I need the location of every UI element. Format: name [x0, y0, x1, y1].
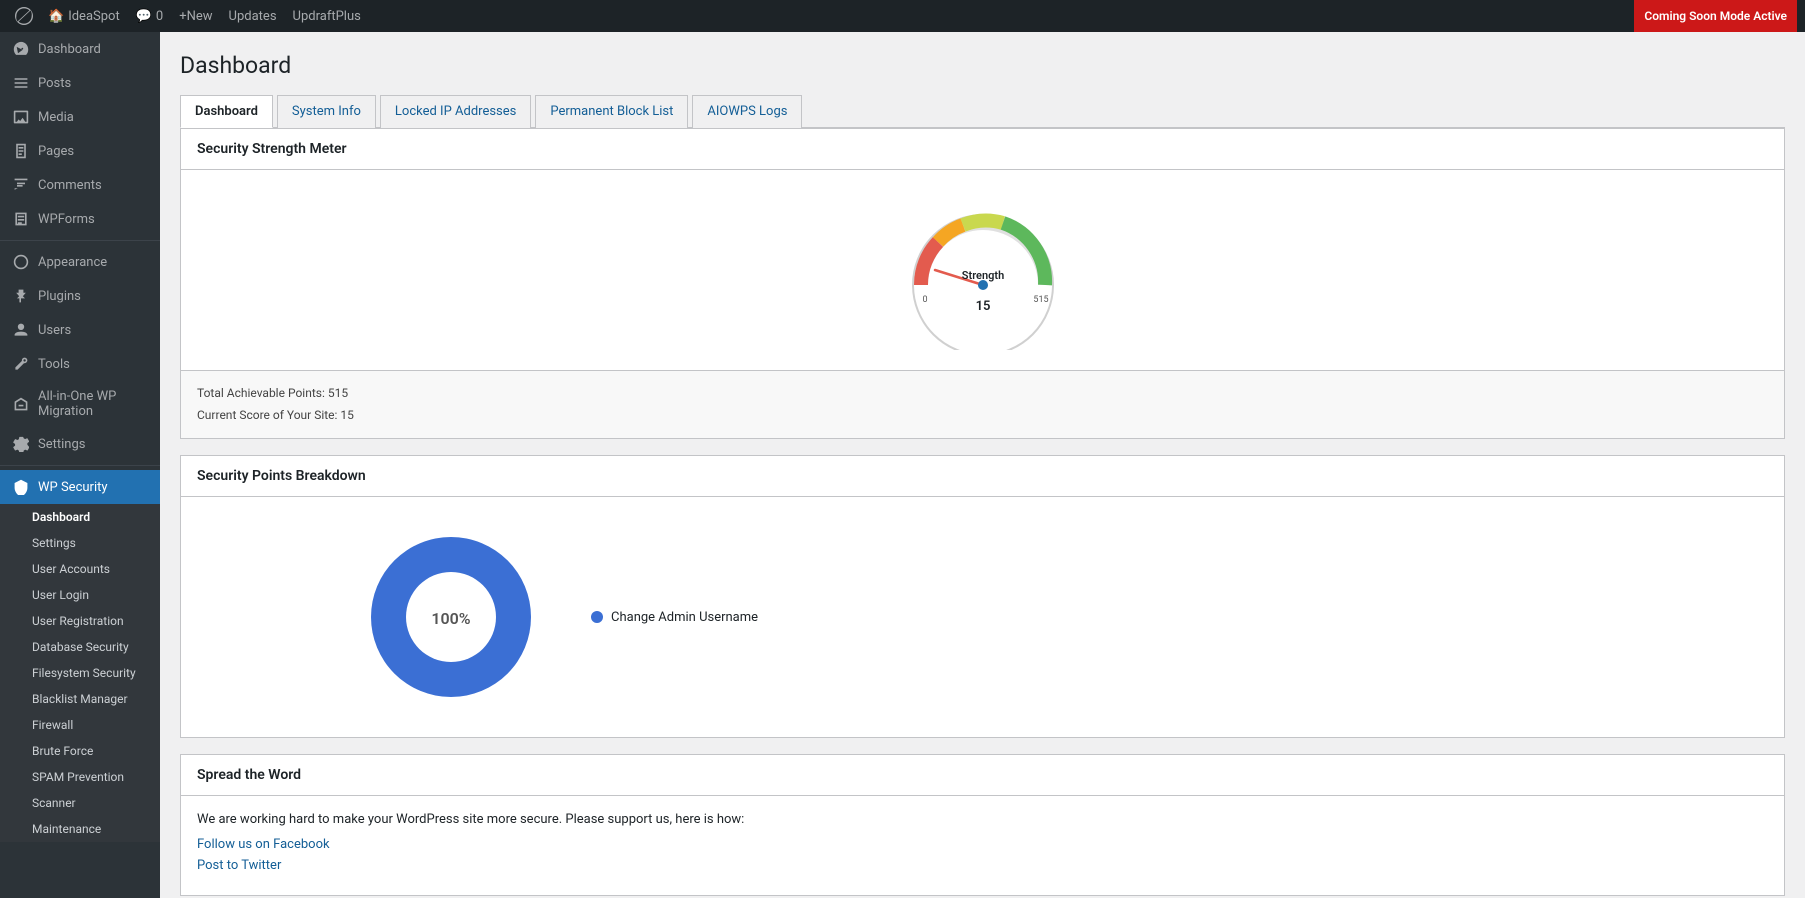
- submenu-item-filesystem-security[interactable]: Filesystem Security: [0, 660, 160, 686]
- strength-meter-header: Security Strength Meter: [181, 129, 1784, 170]
- wpforms-icon: [12, 210, 30, 228]
- wp-logo[interactable]: [8, 0, 40, 32]
- submenu-item-spam-prevention[interactable]: SPAM Prevention: [0, 764, 160, 790]
- plugins-icon: [12, 287, 30, 305]
- donut-chart: 100%: [351, 517, 551, 717]
- adminbar-right: Coming Soon Mode Active: [1634, 0, 1797, 32]
- sidebar-item-posts[interactable]: Posts: [0, 66, 160, 100]
- submenu-item-firewall[interactable]: Firewall: [0, 712, 160, 738]
- twitter-link[interactable]: Post to Twitter: [197, 858, 1768, 873]
- menu-sep-1: [0, 240, 160, 241]
- migration-icon: [12, 395, 30, 413]
- submenu-item-user-login[interactable]: User Login: [0, 582, 160, 608]
- sidebar-label-aio-migration: All-in-One WP Migration: [38, 389, 148, 419]
- dashboard-icon: [12, 40, 30, 58]
- sidebar-item-settings[interactable]: Settings: [0, 427, 160, 461]
- tools-icon: [12, 355, 30, 373]
- sidebar-label-appearance: Appearance: [38, 255, 107, 270]
- sidebar-label-wp-security: WP Security: [38, 480, 108, 495]
- gauge-chart: 0 515 Strength 15: [903, 190, 1063, 350]
- comments-button[interactable]: 💬 0: [128, 0, 172, 32]
- tab-locked-ip[interactable]: Locked IP Addresses: [380, 95, 531, 128]
- tab-bar: Dashboard System Info Locked IP Addresse…: [180, 95, 1785, 128]
- media-icon: [12, 108, 30, 126]
- submenu-item-brute-force[interactable]: Brute Force: [0, 738, 160, 764]
- svg-text:515: 515: [1033, 295, 1048, 305]
- sidebar-label-comments: Comments: [38, 178, 102, 193]
- sidebar-item-media[interactable]: Media: [0, 100, 160, 134]
- pages-icon: [12, 142, 30, 160]
- submenu-item-dashboard[interactable]: Dashboard: [0, 504, 160, 530]
- svg-text:100%: 100%: [431, 609, 470, 628]
- sidebar-label-users: Users: [38, 323, 71, 338]
- sidebar-label-tools: Tools: [38, 357, 70, 372]
- facebook-link[interactable]: Follow us on Facebook: [197, 837, 1768, 852]
- wpbody-content: Dashboard Dashboard System Info Locked I…: [160, 32, 1805, 898]
- updraftplus-button[interactable]: UpdraftPlus: [285, 0, 369, 32]
- sidebar-item-pages[interactable]: Pages: [0, 134, 160, 168]
- spread-header: Spread the Word: [181, 755, 1784, 796]
- site-name[interactable]: 🏠 IdeaSpot: [40, 0, 128, 32]
- tab-system-info[interactable]: System Info: [277, 95, 376, 128]
- sidebar-label-settings: Settings: [38, 437, 85, 452]
- admin-bar: 🏠 IdeaSpot 💬 0 + New Updates UpdraftPlus…: [0, 0, 1805, 32]
- sidebar-label-plugins: Plugins: [38, 289, 81, 304]
- spread-the-word-section: Spread the Word We are working hard to m…: [180, 754, 1785, 896]
- legend-dot-0: [591, 611, 603, 623]
- tab-permanent-block[interactable]: Permanent Block List: [535, 95, 688, 128]
- submenu-item-user-registration[interactable]: User Registration: [0, 608, 160, 634]
- sidebar-label-dashboard: Dashboard: [38, 42, 101, 57]
- users-icon: [12, 321, 30, 339]
- page-title: Dashboard: [180, 52, 1785, 79]
- gauge-info: Total Achievable Points: 515 Current Sco…: [181, 370, 1784, 438]
- submenu-item-database-security[interactable]: Database Security: [0, 634, 160, 660]
- admin-menu: Dashboard Posts Media Pages: [0, 32, 160, 842]
- sidebar-item-wp-security[interactable]: WP Security: [0, 470, 160, 504]
- sidebar-item-dashboard[interactable]: Dashboard: [0, 32, 160, 66]
- submenu-item-maintenance[interactable]: Maintenance: [0, 816, 160, 842]
- strength-meter-section: Security Strength Meter: [180, 128, 1785, 439]
- sidebar: Dashboard Posts Media Pages: [0, 32, 160, 898]
- sidebar-item-users[interactable]: Users: [0, 313, 160, 347]
- coming-soon-badge: Coming Soon Mode Active: [1634, 0, 1797, 32]
- sidebar-label-posts: Posts: [38, 76, 71, 91]
- breakdown-section: Security Points Breakdown 100%: [180, 455, 1785, 738]
- svg-text:0: 0: [922, 295, 927, 305]
- breakdown-legend: Change Admin Username: [591, 610, 1764, 625]
- main-content: Dashboard Dashboard System Info Locked I…: [160, 32, 1805, 898]
- wp-security-submenu: Dashboard Settings User Accounts User Lo…: [0, 504, 160, 842]
- svg-text:Strength: Strength: [961, 269, 1003, 282]
- wp-wrap: Dashboard Posts Media Pages: [0, 32, 1805, 898]
- sidebar-label-media: Media: [38, 110, 74, 125]
- sidebar-label-pages: Pages: [38, 144, 74, 159]
- submenu-item-settings[interactable]: Settings: [0, 530, 160, 556]
- sidebar-item-plugins[interactable]: Plugins: [0, 279, 160, 313]
- breakdown-header: Security Points Breakdown: [181, 456, 1784, 497]
- tab-dashboard[interactable]: Dashboard: [180, 95, 273, 128]
- svg-text:15: 15: [975, 299, 990, 314]
- comments-icon: [12, 176, 30, 194]
- tab-aiowps-logs[interactable]: AIOWPS Logs: [692, 95, 802, 128]
- submenu-item-scanner[interactable]: Scanner: [0, 790, 160, 816]
- menu-sep-2: [0, 465, 160, 466]
- legend-item-0: Change Admin Username: [591, 610, 1764, 625]
- sidebar-label-wpforms: WPForms: [38, 212, 95, 227]
- posts-icon: [12, 74, 30, 92]
- sidebar-item-appearance[interactable]: Appearance: [0, 245, 160, 279]
- sidebar-item-tools[interactable]: Tools: [0, 347, 160, 381]
- breakdown-body: 100% Change Admin Username: [181, 497, 1784, 737]
- strength-meter-body: 0 515 Strength 15: [181, 170, 1784, 370]
- settings-icon: [12, 435, 30, 453]
- spread-body: We are working hard to make your WordPre…: [181, 796, 1784, 895]
- submenu-item-user-accounts[interactable]: User Accounts: [0, 556, 160, 582]
- submenu-item-blacklist-manager[interactable]: Blacklist Manager: [0, 686, 160, 712]
- appearance-icon: [12, 253, 30, 271]
- updates-button[interactable]: Updates: [221, 0, 285, 32]
- sidebar-item-wpforms[interactable]: WPForms: [0, 202, 160, 236]
- security-icon: [12, 478, 30, 496]
- sidebar-item-comments[interactable]: Comments: [0, 168, 160, 202]
- sidebar-item-aio-migration[interactable]: All-in-One WP Migration: [0, 381, 160, 427]
- new-content-button[interactable]: + New: [171, 0, 220, 32]
